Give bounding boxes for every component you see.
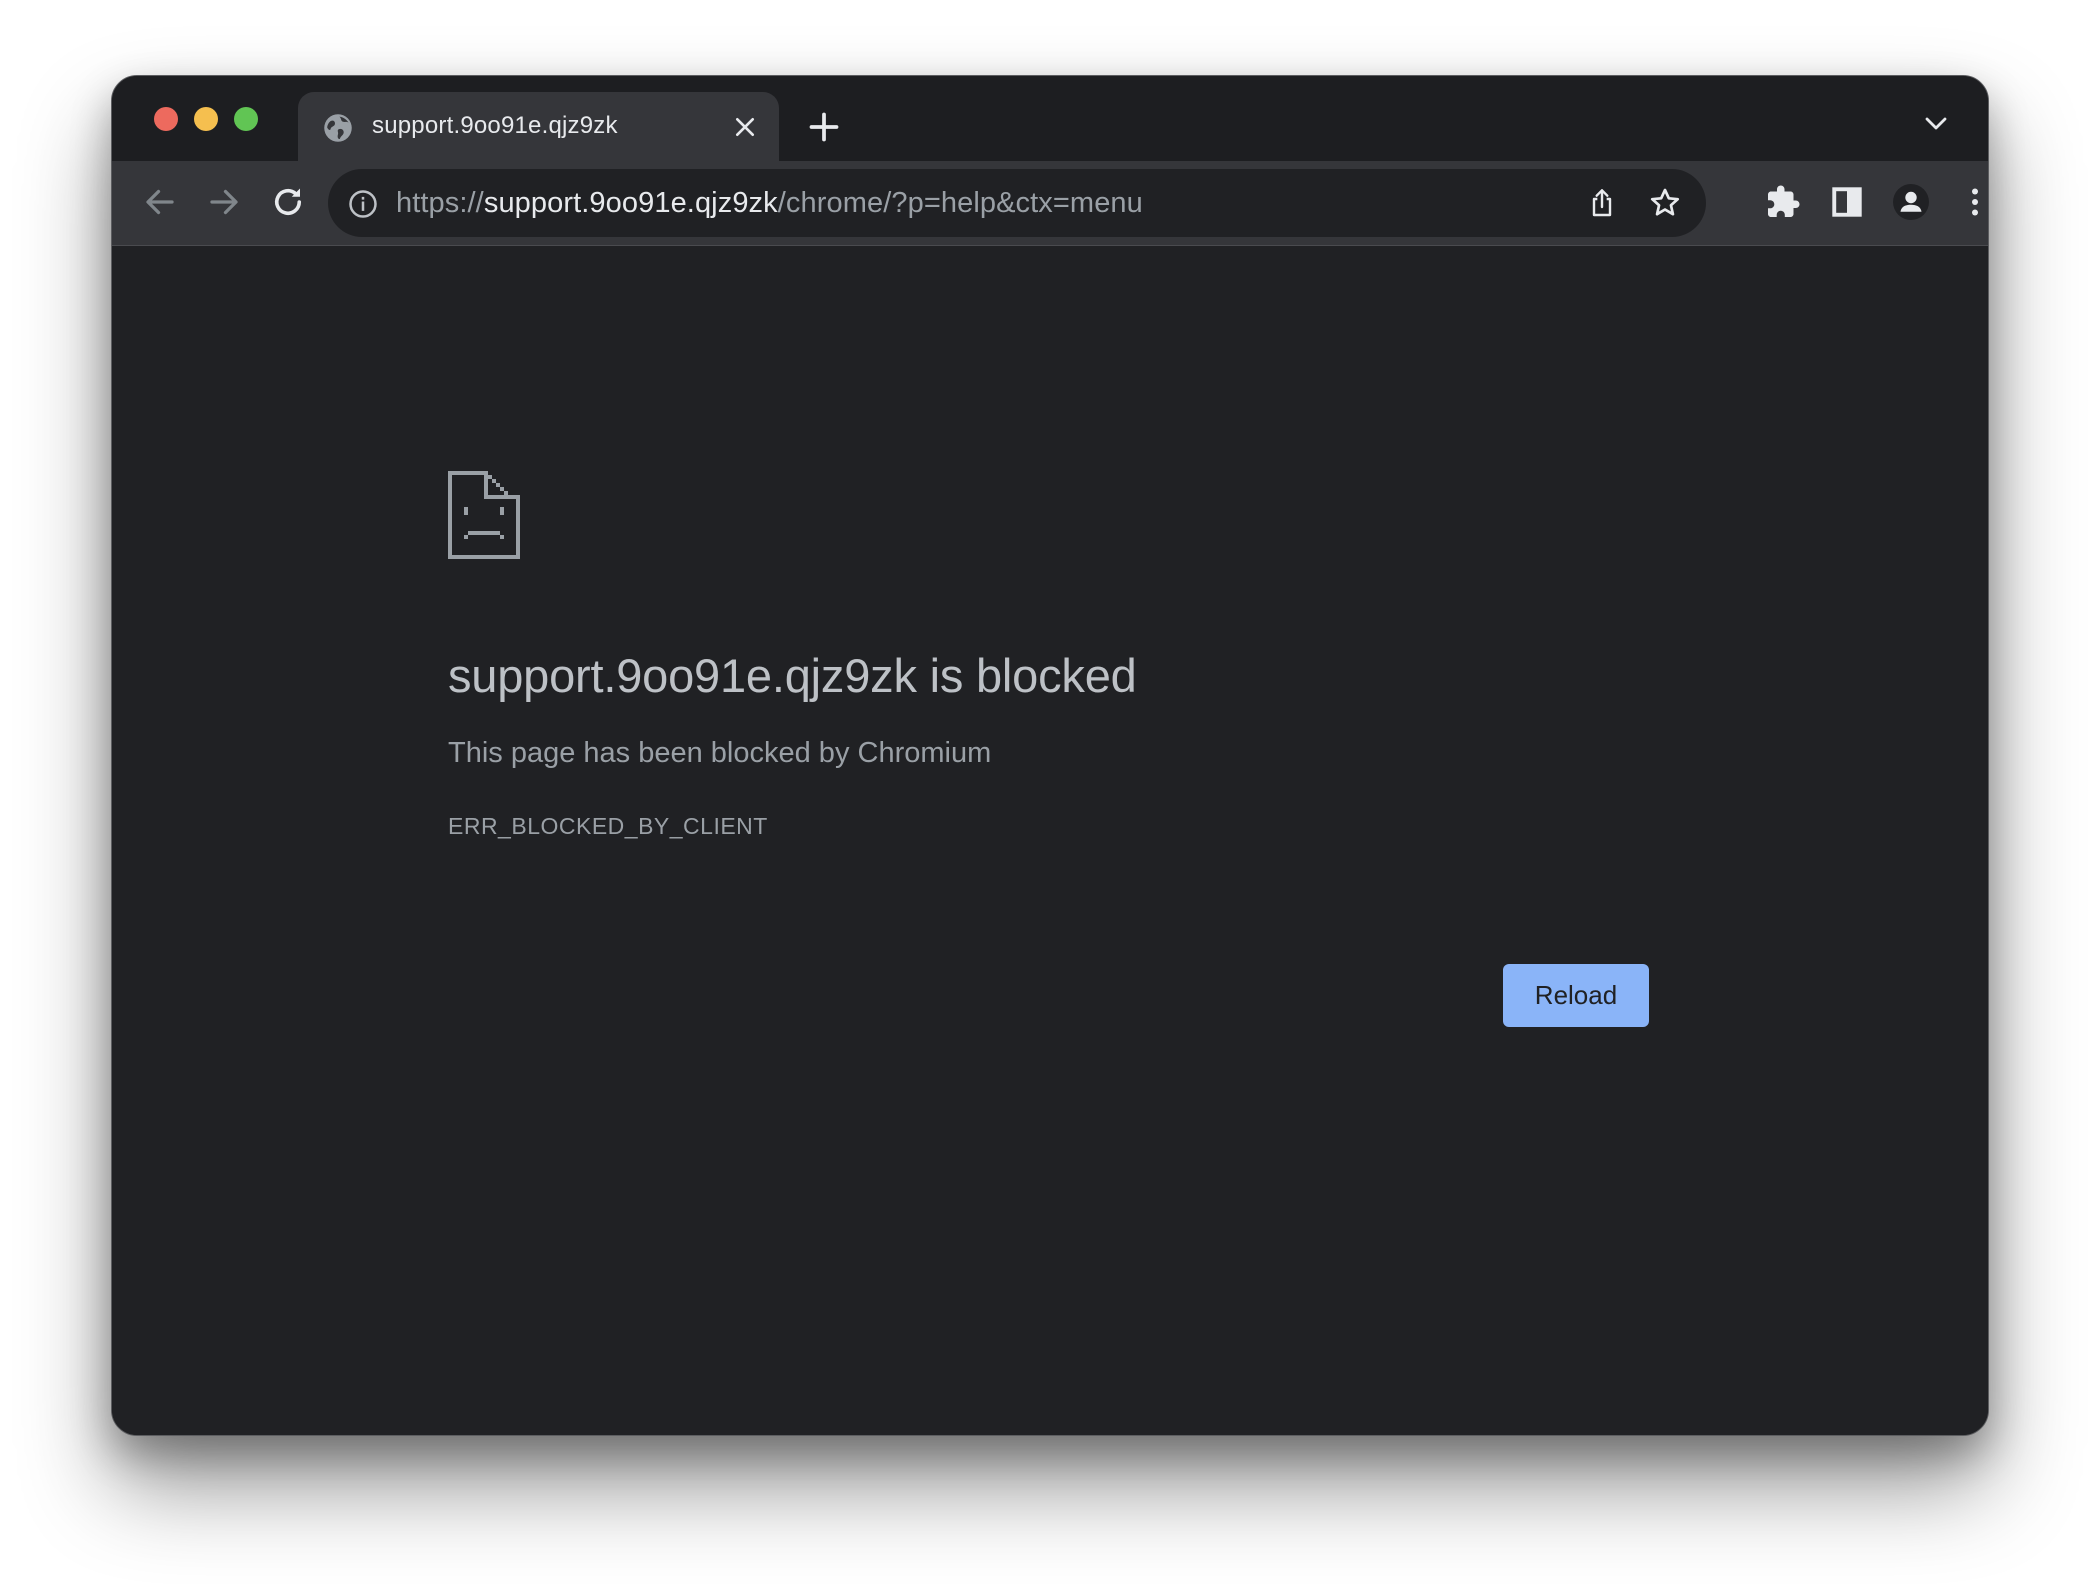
browser-window: support.9oo91e.qjz9zk https://support.9o… [111,75,1989,1436]
minimize-window-button[interactable] [194,107,218,131]
tab-strip: support.9oo91e.qjz9zk [112,76,1988,161]
arrow-right-icon[interactable] [206,184,242,220]
kebab-icon[interactable] [1957,184,1989,220]
reload-button[interactable]: Reload [1503,964,1649,1027]
url-host: support.9oo91e.qjz9zk [483,187,778,219]
url-scheme: https:// [396,187,484,219]
profile-icon[interactable] [1893,184,1929,220]
error-title: support.9oo91e.qjz9zk is blocked [448,649,1137,702]
tab-title: support.9oo91e.qjz9zk [372,112,618,139]
close-icon[interactable] [734,116,756,138]
info-icon[interactable] [348,189,378,219]
tab-active[interactable]: support.9oo91e.qjz9zk [298,92,779,161]
globe-icon [324,114,352,142]
error-subtitle: This page has been blocked by Chromium [448,737,992,769]
plus-icon[interactable] [809,112,839,142]
toolbar: https://support.9oo91e.qjz9zk/chrome/?p=… [112,161,1988,246]
chevron-down-icon[interactable] [1924,116,1948,132]
share-icon[interactable] [1586,187,1618,219]
arrow-left-icon[interactable] [142,184,178,220]
url-path: /chrome/?p=help&ctx=menu [777,187,1143,219]
star-icon[interactable] [1648,186,1682,220]
sad-page-icon [448,471,520,559]
close-window-button[interactable] [154,107,178,131]
error-page: support.9oo91e.qjz9zk is blocked This pa… [112,246,1988,1435]
reload-icon[interactable] [270,184,306,220]
error-code: ERR_BLOCKED_BY_CLIENT [448,813,768,839]
side-panel-icon[interactable] [1829,184,1865,220]
url-text[interactable]: https://support.9oo91e.qjz9zk/chrome/?p=… [396,187,1143,220]
puzzle-icon[interactable] [1765,184,1801,220]
zoom-window-button[interactable] [234,107,258,131]
address-bar[interactable]: https://support.9oo91e.qjz9zk/chrome/?p=… [328,169,1706,237]
